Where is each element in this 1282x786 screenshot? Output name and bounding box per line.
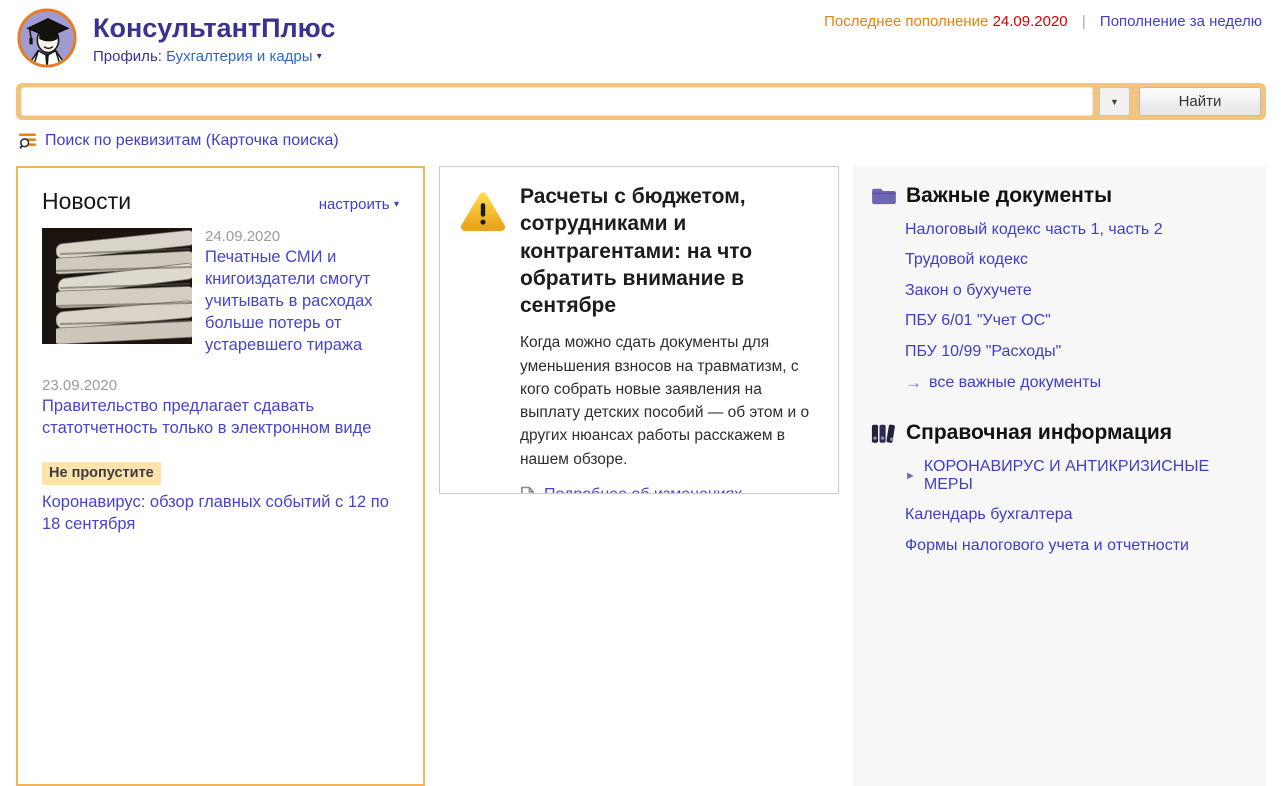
news-panel: Новости настроить ▾ (16, 166, 425, 786)
news-item: 24.09.2020 Печатные СМИ и книгоиздатели … (42, 228, 399, 357)
profile-row: Профиль: Бухгалтерия и кадры ▾ (93, 48, 335, 65)
profile-selector[interactable]: Бухгалтерия и кадры (166, 48, 312, 65)
brand-area: КонсультантПлюс Профиль: Бухгалтерия и к… (16, 7, 335, 69)
dont-miss-badge: Не пропустите (42, 462, 161, 485)
reference-info-header: Справочная информация (871, 421, 1250, 445)
news-panel-title: Новости (42, 188, 131, 215)
arrow-right-icon: → (905, 373, 922, 393)
chevron-down-icon[interactable]: ▾ (317, 51, 322, 62)
doc-link-labor-code[interactable]: Трудовой кодекс (905, 251, 1250, 269)
document-page-icon (520, 486, 535, 494)
coronavirus-measures-label: КОРОНАВИРУС И АНТИКРИЗИСНЫЕ МЕРЫ (924, 458, 1250, 494)
review-more-link[interactable]: Подробнее об изменениях (544, 486, 742, 494)
last-update-date: 24.09.2020 (993, 13, 1068, 30)
page-header: КонсультантПлюс Профиль: Бухгалтерия и к… (0, 0, 1282, 69)
update-info: Последнее пополнение 24.09.2020 | Пополн… (824, 7, 1262, 30)
newspapers-photo (42, 228, 192, 344)
requisites-row: Поиск по реквизитам (Карточка поиска) (18, 131, 1266, 150)
warning-triangle-icon (460, 183, 506, 319)
search-input[interactable] (21, 87, 1093, 116)
consultantplus-logo-icon[interactable] (16, 7, 78, 69)
doc-link-accounting-law[interactable]: Закон о бухучете (905, 282, 1250, 300)
important-docs-header: Важные документы (871, 184, 1250, 208)
main-content: Новости настроить ▾ (16, 166, 1266, 786)
news-date: 23.09.2020 (42, 377, 399, 394)
doc-link-pbu-10-99[interactable]: ПБУ 10/99 "Расходы" (905, 343, 1250, 361)
news-date: 24.09.2020 (205, 228, 399, 245)
reference-info-links: ► КОРОНАВИРУС И АНТИКРИЗИСНЫЕ МЕРЫ Кален… (905, 458, 1250, 555)
news-item-body: 24.09.2020 Печатные СМИ и книгоиздатели … (205, 228, 399, 357)
brand-text-block: КонсультантПлюс Профиль: Бухгалтерия и к… (93, 7, 335, 69)
coronavirus-measures-link[interactable]: ► КОРОНАВИРУС И АНТИКРИЗИСНЫЕ МЕРЫ (905, 458, 1250, 494)
all-important-docs-link[interactable]: → все важные документы (905, 373, 1250, 393)
binders-icon (871, 423, 896, 444)
chevron-down-icon: ▼ (1110, 97, 1119, 107)
search-dropdown-button[interactable]: ▼ (1099, 87, 1130, 116)
doc-link-tax-code[interactable]: Налоговый кодекс часть 1, часть 2 (905, 221, 1250, 239)
doc-link-pbu-6-01[interactable]: ПБУ 6/01 "Учет ОС" (905, 312, 1250, 330)
important-docs-links: Налоговый кодекс часть 1, часть 2 Трудов… (905, 221, 1250, 394)
accountant-calendar-link[interactable]: Календарь бухгалтера (905, 506, 1250, 524)
reference-info-title: Справочная информация (906, 421, 1172, 445)
review-body: Когда можно сдать документы для уменьшен… (520, 331, 818, 471)
news-headline-link[interactable]: Правительство предлагает сдавать статотч… (42, 396, 399, 440)
review-header: Расчеты с бюджетом, сотрудниками и контр… (460, 183, 818, 319)
monthly-review-panel: Расчеты с бюджетом, сотрудниками и контр… (439, 166, 839, 494)
chevron-down-icon: ▾ (394, 199, 399, 210)
brand-title: КонсультантПлюс (93, 14, 335, 44)
profile-label: Профиль: (93, 48, 162, 65)
header-divider: | (1082, 13, 1086, 30)
news-configure[interactable]: настроить ▾ (319, 196, 399, 214)
last-update-link[interactable]: Последнее пополнение (824, 13, 988, 30)
arrow-marker-icon: ► (905, 470, 916, 482)
weekly-update-link[interactable]: Пополнение за неделю (1100, 13, 1262, 30)
all-docs-label: все важные документы (929, 374, 1101, 392)
search-bar: ▼ Найти (16, 83, 1266, 120)
find-button[interactable]: Найти (1139, 87, 1261, 116)
folder-icon (871, 187, 896, 206)
news-header: Новости настроить ▾ (42, 188, 399, 215)
right-sidebar: Важные документы Налоговый кодекс часть … (853, 166, 1266, 786)
tax-forms-link[interactable]: Формы налогового учета и отчетности (905, 537, 1250, 555)
news-headline-link[interactable]: Печатные СМИ и книгоиздатели смогут учит… (205, 247, 399, 357)
review-title: Расчеты с бюджетом, сотрудниками и контр… (520, 183, 818, 319)
news-item: 23.09.2020 Правительство предлагает сдав… (42, 377, 399, 440)
coronavirus-digest-link[interactable]: Коронавирус: обзор главных событий с 12 … (42, 492, 399, 536)
card-search-icon (18, 131, 37, 150)
requisites-search-link[interactable]: Поиск по реквизитам (Карточка поиска) (45, 132, 339, 150)
configure-link[interactable]: настроить (319, 196, 390, 213)
important-docs-title: Важные документы (906, 184, 1112, 208)
review-more-row: Подробнее об изменениях (520, 486, 818, 494)
